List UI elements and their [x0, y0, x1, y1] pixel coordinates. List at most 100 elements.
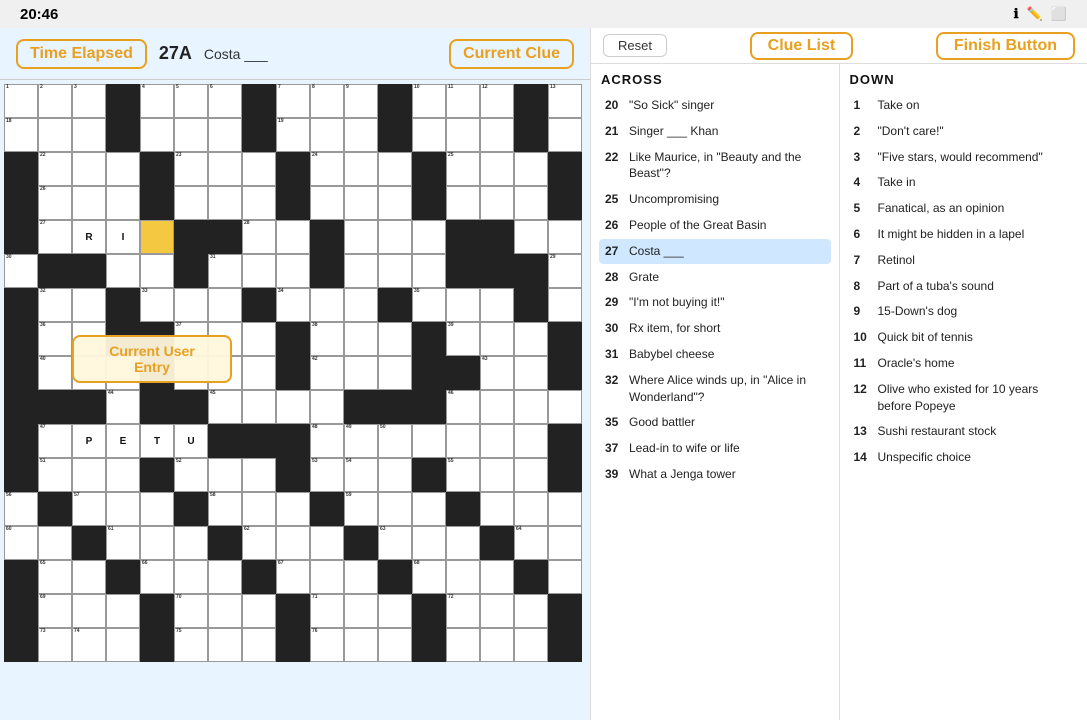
cell-2-8[interactable]: [276, 152, 310, 186]
cell-12-3[interactable]: [106, 492, 140, 526]
cell-14-13[interactable]: [446, 560, 480, 594]
cell-14-14[interactable]: [480, 560, 514, 594]
cell-5-7[interactable]: [242, 254, 276, 288]
cell-9-5[interactable]: [174, 390, 208, 424]
cell-7-13[interactable]: 39: [446, 322, 480, 356]
cell-15-1[interactable]: 69: [38, 594, 72, 628]
cell-2-2[interactable]: [72, 152, 106, 186]
cell-1-5[interactable]: [174, 118, 208, 152]
clue-item[interactable]: 29"I'm not buying it!": [599, 290, 831, 315]
cell-3-11[interactable]: [378, 186, 412, 220]
cell-11-2[interactable]: [72, 458, 106, 492]
cell-7-6[interactable]: [208, 322, 242, 356]
cell-7-5[interactable]: 37: [174, 322, 208, 356]
cell-2-0[interactable]: [4, 152, 38, 186]
cell-13-1[interactable]: [38, 526, 72, 560]
clue-item[interactable]: 915-Down's dog: [848, 299, 1080, 324]
cell-6-11[interactable]: [378, 288, 412, 322]
cell-7-4[interactable]: [140, 322, 174, 356]
cell-14-4[interactable]: 66: [140, 560, 174, 594]
cell-5-5[interactable]: [174, 254, 208, 288]
cell-4-1[interactable]: 27: [38, 220, 72, 254]
cell-4-2[interactable]: R: [72, 220, 106, 254]
clue-item[interactable]: 27Costa ___: [599, 239, 831, 264]
cell-15-8[interactable]: [276, 594, 310, 628]
clue-item[interactable]: 31Babybel cheese: [599, 342, 831, 367]
cell-8-12[interactable]: [412, 356, 446, 390]
cell-7-15[interactable]: [514, 322, 548, 356]
cell-0-16[interactable]: 13: [548, 84, 582, 118]
cell-7-8[interactable]: [276, 322, 310, 356]
cell-8-13[interactable]: [446, 356, 480, 390]
cell-14-8[interactable]: 67: [276, 560, 310, 594]
cell-16-10[interactable]: [344, 628, 378, 662]
cell-6-13[interactable]: [446, 288, 480, 322]
cell-1-11[interactable]: [378, 118, 412, 152]
cell-8-9[interactable]: 42: [310, 356, 344, 390]
cell-5-16[interactable]: 29: [548, 254, 582, 288]
cell-1-14[interactable]: [480, 118, 514, 152]
cell-10-8[interactable]: [276, 424, 310, 458]
cell-12-1[interactable]: [38, 492, 72, 526]
cell-4-16[interactable]: [548, 220, 582, 254]
cell-16-4[interactable]: [140, 628, 174, 662]
cell-0-14[interactable]: 12: [480, 84, 514, 118]
cell-2-12[interactable]: [412, 152, 446, 186]
clue-item[interactable]: 11Oracle's home: [848, 351, 1080, 376]
cell-11-12[interactable]: [412, 458, 446, 492]
cell-12-16[interactable]: [548, 492, 582, 526]
cell-15-3[interactable]: [106, 594, 140, 628]
cell-2-5[interactable]: 23: [174, 152, 208, 186]
cell-16-14[interactable]: [480, 628, 514, 662]
down-column[interactable]: DOWN 1Take on2"Don't care!"3"Five stars,…: [840, 64, 1087, 720]
cell-4-9[interactable]: [310, 220, 344, 254]
cell-10-5[interactable]: U: [174, 424, 208, 458]
cell-6-16[interactable]: [548, 288, 582, 322]
cell-5-10[interactable]: [344, 254, 378, 288]
cell-0-11[interactable]: [378, 84, 412, 118]
cell-9-0[interactable]: [4, 390, 38, 424]
cell-13-5[interactable]: [174, 526, 208, 560]
cell-5-12[interactable]: [412, 254, 446, 288]
cell-6-7[interactable]: [242, 288, 276, 322]
cell-6-12[interactable]: 35: [412, 288, 446, 322]
cell-11-6[interactable]: [208, 458, 242, 492]
cell-11-14[interactable]: [480, 458, 514, 492]
cell-12-14[interactable]: [480, 492, 514, 526]
cell-5-9[interactable]: [310, 254, 344, 288]
cell-3-1[interactable]: 26: [38, 186, 72, 220]
cell-16-11[interactable]: [378, 628, 412, 662]
cell-4-13[interactable]: [446, 220, 480, 254]
cell-8-8[interactable]: [276, 356, 310, 390]
cell-11-9[interactable]: 53: [310, 458, 344, 492]
cell-3-6[interactable]: [208, 186, 242, 220]
cell-4-5[interactable]: [174, 220, 208, 254]
cell-8-4[interactable]: [140, 356, 174, 390]
cell-4-11[interactable]: [378, 220, 412, 254]
cell-9-16[interactable]: [548, 390, 582, 424]
cell-9-8[interactable]: [276, 390, 310, 424]
cell-3-8[interactable]: [276, 186, 310, 220]
cell-12-10[interactable]: 59: [344, 492, 378, 526]
cell-13-15[interactable]: 64: [514, 526, 548, 560]
cell-10-10[interactable]: 49: [344, 424, 378, 458]
cell-14-6[interactable]: [208, 560, 242, 594]
cell-12-9[interactable]: [310, 492, 344, 526]
crossword-grid[interactable]: 123456789101112131819222324252627RI28303…: [4, 84, 584, 720]
cell-14-3[interactable]: [106, 560, 140, 594]
cell-12-12[interactable]: [412, 492, 446, 526]
cell-3-14[interactable]: [480, 186, 514, 220]
cell-15-7[interactable]: [242, 594, 276, 628]
cell-0-8[interactable]: 7: [276, 84, 310, 118]
cell-2-9[interactable]: 24: [310, 152, 344, 186]
cell-7-1[interactable]: 36: [38, 322, 72, 356]
cell-11-11[interactable]: [378, 458, 412, 492]
cell-4-14[interactable]: [480, 220, 514, 254]
cell-10-4[interactable]: T: [140, 424, 174, 458]
cell-9-13[interactable]: 46: [446, 390, 480, 424]
cell-7-11[interactable]: [378, 322, 412, 356]
cell-5-14[interactable]: [480, 254, 514, 288]
clue-item[interactable]: 14Unspecific choice: [848, 445, 1080, 470]
cell-3-12[interactable]: [412, 186, 446, 220]
cell-3-5[interactable]: [174, 186, 208, 220]
